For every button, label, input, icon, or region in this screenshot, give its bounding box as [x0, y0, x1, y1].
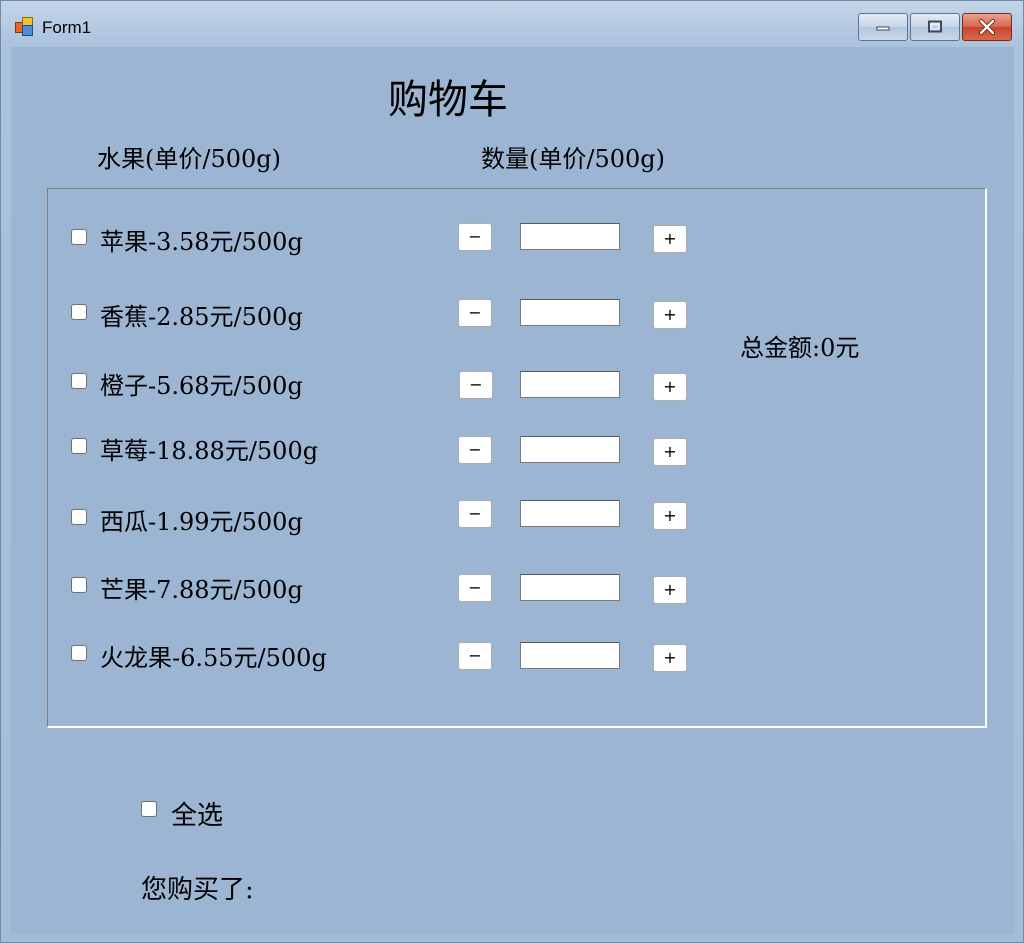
- quantity-field-mango[interactable]: [520, 574, 620, 601]
- page-title: 购物车: [388, 77, 508, 123]
- fruit-row-orange: 橙子-5.68元/500g − +: [48, 363, 748, 401]
- quantity-field-dragonfruit[interactable]: [520, 642, 620, 669]
- fruit-checkbox-apple[interactable]: [71, 229, 87, 245]
- title-bar[interactable]: Form1: [1, 1, 1023, 45]
- increase-button-strawberry[interactable]: +: [653, 438, 687, 466]
- fruit-label[interactable]: 芒果-7.88元/500g: [100, 570, 303, 605]
- quantity-field-orange[interactable]: [520, 371, 620, 398]
- decrease-button-mango[interactable]: −: [458, 574, 492, 602]
- quantity-field-banana[interactable]: [520, 299, 620, 326]
- quantity-field-strawberry[interactable]: [520, 436, 620, 463]
- purchased-summary-label: 您购买了:: [141, 875, 254, 905]
- fruit-checkbox-watermelon[interactable]: [71, 509, 87, 525]
- fruit-row-watermelon: 西瓜-1.99元/500g − +: [48, 499, 748, 537]
- decrease-button-orange[interactable]: −: [459, 371, 493, 399]
- close-button[interactable]: [962, 13, 1012, 41]
- app-icon: [15, 17, 35, 37]
- fruit-checkbox-mango[interactable]: [71, 577, 87, 593]
- increase-button-banana[interactable]: +: [653, 301, 687, 329]
- select-all-checkbox[interactable]: [141, 801, 157, 817]
- window-title: Form1: [42, 18, 92, 37]
- decrease-button-banana[interactable]: −: [458, 299, 492, 327]
- fruit-label[interactable]: 西瓜-1.99元/500g: [100, 502, 303, 537]
- minimize-button[interactable]: [858, 13, 908, 41]
- decrease-button-apple[interactable]: −: [458, 223, 492, 251]
- fruit-checkbox-orange[interactable]: [71, 373, 87, 389]
- fruit-row-mango: 芒果-7.88元/500g − +: [48, 567, 748, 605]
- increase-button-orange[interactable]: +: [653, 373, 687, 401]
- fruit-row-apple: 苹果-3.58元/500g − +: [48, 219, 748, 257]
- fruit-checkbox-strawberry[interactable]: [71, 438, 87, 454]
- minimize-icon: [876, 26, 890, 31]
- fruit-label[interactable]: 苹果-3.58元/500g: [100, 222, 303, 257]
- increase-button-mango[interactable]: +: [653, 576, 687, 604]
- fruit-label[interactable]: 火龙果-6.55元/500g: [100, 638, 327, 673]
- decrease-button-watermelon[interactable]: −: [458, 500, 492, 528]
- app-window: Form1 购物车 水果(单价/500g) 数量(单价/500g) 苹果-3.5…: [0, 0, 1024, 943]
- increase-button-dragonfruit[interactable]: +: [653, 644, 687, 672]
- increase-button-apple[interactable]: +: [653, 225, 687, 253]
- quantity-field-watermelon[interactable]: [520, 500, 620, 527]
- total-amount-label: 总金额:0元: [740, 334, 860, 362]
- fruit-checkbox-banana[interactable]: [71, 304, 87, 320]
- fruit-column-label: 水果(单价/500g): [97, 145, 281, 173]
- select-all-label[interactable]: 全选: [171, 795, 223, 832]
- decrease-button-dragonfruit[interactable]: −: [458, 642, 492, 670]
- decrease-button-strawberry[interactable]: −: [458, 436, 492, 464]
- close-icon: [979, 19, 995, 35]
- fruit-label[interactable]: 草莓-18.88元/500g: [100, 431, 318, 466]
- form-client-area: 购物车 水果(单价/500g) 数量(单价/500g) 苹果-3.58元/500…: [11, 47, 1014, 934]
- fruit-row-strawberry: 草莓-18.88元/500g − +: [48, 428, 748, 466]
- fruit-checkbox-dragonfruit[interactable]: [71, 645, 87, 661]
- quantity-column-label: 数量(单价/500g): [481, 145, 665, 173]
- quantity-field-apple[interactable]: [520, 223, 620, 250]
- fruit-list-groupbox: 苹果-3.58元/500g − + 香蕉-2.85元/500g − + 橙子-5…: [47, 188, 987, 728]
- fruit-row-banana: 香蕉-2.85元/500g − +: [48, 294, 748, 332]
- increase-button-watermelon[interactable]: +: [653, 502, 687, 530]
- maximize-button[interactable]: [910, 13, 960, 41]
- fruit-label[interactable]: 香蕉-2.85元/500g: [100, 297, 303, 332]
- fruit-row-dragonfruit: 火龙果-6.55元/500g − +: [48, 635, 748, 673]
- fruit-label[interactable]: 橙子-5.68元/500g: [100, 366, 303, 401]
- maximize-icon: [928, 20, 942, 33]
